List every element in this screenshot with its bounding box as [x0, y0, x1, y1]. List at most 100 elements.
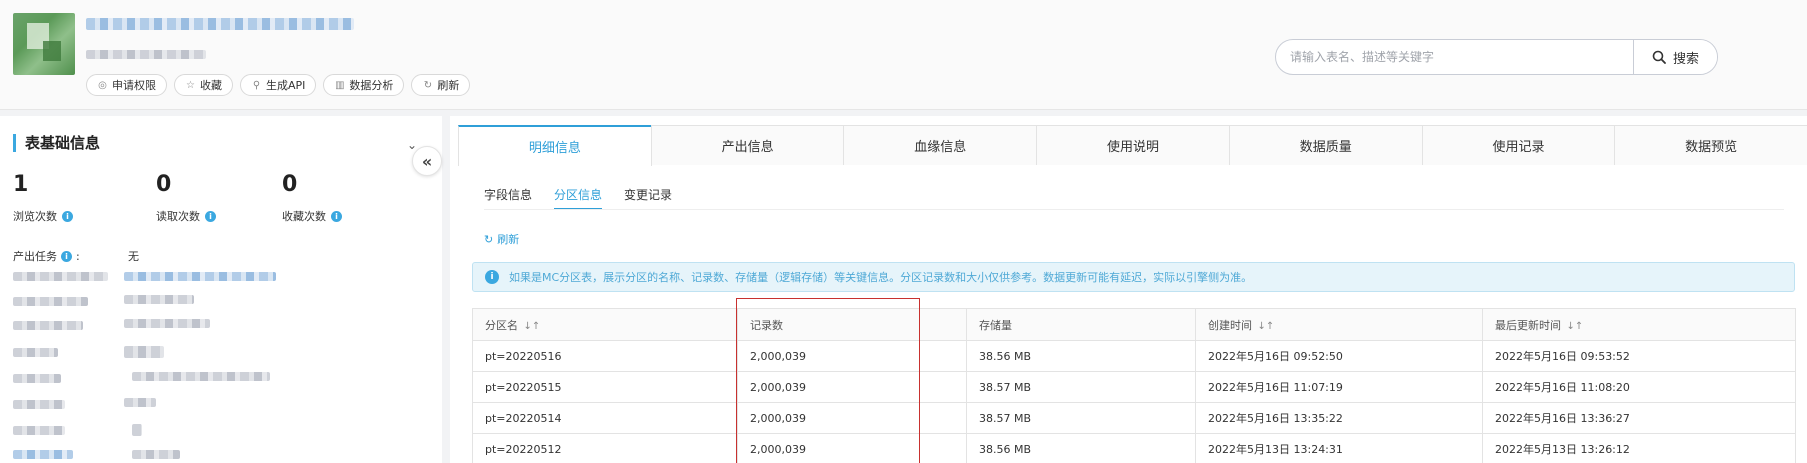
- cell-created-time: 2022年5月16日 11:07:19: [1195, 371, 1483, 403]
- info-icon: i: [485, 270, 499, 284]
- info-icon[interactable]: i: [331, 210, 342, 222]
- cell-created-time: 2022年5月13日 13:24:31: [1195, 433, 1483, 463]
- output-task-value: 无: [128, 250, 139, 263]
- star-icon: ☆: [186, 79, 195, 91]
- table-row: pt=20220516 2,000,039 38.56 MB 2022年5月16…: [472, 340, 1796, 372]
- table-row: pt=20220514 2,000,039 38.57 MB 2022年5月16…: [472, 402, 1796, 434]
- data-analysis-button[interactable]: ▥ 数据分析: [323, 74, 405, 96]
- column-header-last-updated[interactable]: 最后更新时间 ↓↑: [1482, 308, 1796, 341]
- tab-usage-records[interactable]: 使用记录: [1421, 125, 1616, 165]
- redacted-prop-value: [124, 319, 210, 328]
- link-icon: ⚲: [252, 79, 261, 91]
- cell-storage: 38.56 MB: [966, 340, 1196, 372]
- stat-views: 1 浏览次数 i: [13, 172, 73, 224]
- sort-icon[interactable]: ↓↑: [1258, 321, 1275, 332]
- column-header-partition-name[interactable]: 分区名 ↓↑: [472, 308, 738, 341]
- cell-record-count: 2,000,039: [737, 371, 967, 403]
- shield-icon: ◎: [98, 79, 107, 91]
- table-row: pt=20220515 2,000,039 38.57 MB 2022年5月16…: [472, 371, 1796, 403]
- sort-icon[interactable]: ↓↑: [524, 321, 541, 332]
- info-icon[interactable]: i: [61, 250, 72, 262]
- detail-tabs: 明细信息 产出信息 血缘信息 使用说明 数据质量 使用记录 数据预览: [458, 125, 1807, 166]
- info-icon[interactable]: i: [62, 210, 73, 222]
- cell-partition-name: pt=20220516: [472, 340, 738, 372]
- redacted-prop-label: [13, 374, 61, 383]
- info-icon[interactable]: i: [205, 210, 216, 222]
- cell-partition-name: pt=20220514: [472, 402, 738, 434]
- cell-storage: 38.56 MB: [966, 433, 1196, 463]
- redacted-prop-value: [132, 372, 270, 381]
- cell-created-time: 2022年5月16日 13:35:22: [1195, 402, 1483, 434]
- cell-record-count: 2,000,039: [737, 402, 967, 434]
- cell-record-count: 2,000,039: [737, 433, 967, 463]
- subtab-field-info[interactable]: 字段信息: [484, 186, 532, 210]
- generate-api-button[interactable]: ⚲ 生成API: [240, 74, 317, 96]
- redacted-table-name: [86, 18, 354, 30]
- tab-data-quality[interactable]: 数据质量: [1228, 125, 1423, 165]
- output-task-label: 产出任务 i :: [13, 249, 80, 264]
- favorite-button[interactable]: ☆ 收藏: [174, 74, 233, 96]
- partition-table: 分区名 ↓↑ 记录数 存储量 创建时间 ↓↑ 最后更新时间 ↓↑ pt=2022…: [472, 308, 1796, 463]
- table-header-row: 分区名 ↓↑ 记录数 存储量 创建时间 ↓↑ 最后更新时间 ↓↑: [472, 308, 1796, 341]
- sort-icon[interactable]: ↓↑: [1567, 321, 1584, 332]
- redacted-prop-value: [132, 424, 142, 436]
- tab-data-preview[interactable]: 数据预览: [1614, 125, 1807, 165]
- redacted-prop-label: [13, 272, 108, 281]
- partition-refresh-link[interactable]: ↻ 刷新: [484, 231, 519, 247]
- refresh-button[interactable]: ↻ 刷新: [411, 74, 471, 96]
- sub-tabs: 字段信息 分区信息 变更记录: [484, 186, 672, 210]
- cell-partition-name: pt=20220512: [472, 433, 738, 463]
- redacted-prop-label: [13, 400, 65, 409]
- cell-storage: 38.57 MB: [966, 402, 1196, 434]
- table-row: pt=20220512 2,000,039 38.56 MB 2022年5月13…: [472, 433, 1796, 463]
- redacted-prop-label: [13, 450, 73, 459]
- cell-last-updated: 2022年5月16日 13:36:27: [1482, 402, 1796, 434]
- column-header-record-count: 记录数: [737, 308, 967, 341]
- notice-text: 如果是MC分区表，展示分区的名称、记录数、存储量（逻辑存储）等关键信息。分区记录…: [509, 271, 1253, 284]
- redacted-prop-value: [124, 398, 156, 407]
- redacted-prop-label: [13, 297, 88, 306]
- redacted-prop-value: [124, 346, 164, 358]
- stat-reads: 0 读取次数 i: [156, 172, 216, 224]
- search-button[interactable]: 搜索: [1633, 40, 1717, 74]
- header-actions: ◎ 申请权限 ☆ 收藏 ⚲ 生成API ▥ 数据分析 ↻ 刷新: [86, 74, 471, 96]
- double-chevron-left-icon: «: [421, 151, 433, 171]
- refresh-icon: ↻: [423, 79, 433, 91]
- tab-usage-guide[interactable]: 使用说明: [1036, 125, 1230, 165]
- tab-output-info[interactable]: 产出信息: [650, 125, 845, 165]
- request-permission-button[interactable]: ◎ 申请权限: [86, 74, 167, 96]
- main-panel: 明细信息 产出信息 血缘信息 使用说明 数据质量 使用记录 数据预览 字段信息 …: [450, 116, 1807, 463]
- search-box: 搜索: [1275, 39, 1718, 75]
- search-icon: [1652, 50, 1666, 64]
- info-notice: i 如果是MC分区表，展示分区的名称、记录数、存储量（逻辑存储）等关键信息。分区…: [472, 262, 1795, 292]
- refresh-icon: ↻: [484, 232, 494, 246]
- cell-record-count: 2,000,039: [737, 340, 967, 372]
- panel-title: 表基础信息: [13, 134, 100, 152]
- redacted-table-description: [86, 50, 206, 59]
- collapse-panel-button[interactable]: «: [412, 146, 442, 176]
- page-header: ◎ 申请权限 ☆ 收藏 ⚲ 生成API ▥ 数据分析 ↻ 刷新 搜索: [0, 0, 1807, 110]
- cell-partition-name: pt=20220515: [472, 371, 738, 403]
- redacted-prop-label: [13, 321, 83, 330]
- redacted-prop-value: [132, 450, 180, 459]
- cell-last-updated: 2022年5月13日 13:26:12: [1482, 433, 1796, 463]
- cell-storage: 38.57 MB: [966, 371, 1196, 403]
- redacted-prop-value: [124, 295, 194, 304]
- column-header-created-time[interactable]: 创建时间 ↓↑: [1195, 308, 1483, 341]
- cell-last-updated: 2022年5月16日 11:08:20: [1482, 371, 1796, 403]
- table-basic-info-panel: 表基础信息 ⌄ 1 浏览次数 i 0 读取次数 i 0 收藏次数 i 产出任务 …: [0, 116, 442, 463]
- redacted-prop-value: [124, 272, 276, 281]
- subtabs-divider: [484, 209, 1784, 210]
- cell-created-time: 2022年5月16日 09:52:50: [1195, 340, 1483, 372]
- table-logo-image: [13, 13, 75, 75]
- redacted-prop-label: [13, 348, 58, 357]
- tab-detail-info[interactable]: 明细信息: [458, 125, 652, 166]
- redacted-prop-label: [13, 426, 65, 435]
- cell-last-updated: 2022年5月16日 09:53:52: [1482, 340, 1796, 372]
- chart-icon: ▥: [335, 79, 345, 91]
- stat-favorites: 0 收藏次数 i: [282, 172, 342, 224]
- subtab-change-log[interactable]: 变更记录: [624, 186, 672, 210]
- search-input[interactable]: [1276, 40, 1633, 74]
- tab-lineage-info[interactable]: 血缘信息: [843, 125, 1038, 165]
- subtab-partition-info[interactable]: 分区信息: [554, 186, 603, 210]
